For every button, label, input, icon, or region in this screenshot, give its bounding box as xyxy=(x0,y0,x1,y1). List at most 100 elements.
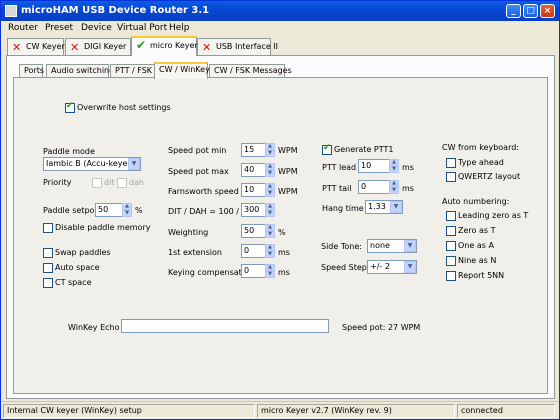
menu-help[interactable]: Help xyxy=(169,23,190,33)
winkey-echo-field[interactable] xyxy=(121,319,329,333)
winkey-echo-label: WinKey Echo xyxy=(68,323,120,332)
leading-zero-checkbox[interactable] xyxy=(446,211,456,221)
ct-space-checkbox[interactable] xyxy=(43,278,53,288)
ms-unit: ms xyxy=(402,163,414,172)
weighting-unit: % xyxy=(278,228,286,237)
dit-priority-checkbox[interactable] xyxy=(92,178,102,188)
window-title: microHAM USB Device Router 3.1 xyxy=(21,5,210,16)
ptt-tail-input[interactable]: 0 xyxy=(358,180,390,194)
chevron-down-icon[interactable]: ▼ xyxy=(128,158,140,170)
auto-space-label: Auto space xyxy=(55,263,100,272)
wpm-unit: WPM xyxy=(278,187,298,196)
tab-digi-keyer[interactable]: ✕ DIGI Keyer xyxy=(65,38,131,55)
error-x-icon: ✕ xyxy=(202,41,212,54)
auto-numbering-heading: Auto numbering: xyxy=(442,197,510,206)
keying-compensation-spinner[interactable]: ▲ ▼ xyxy=(265,264,275,278)
weighting-input[interactable]: 50 xyxy=(241,224,266,238)
type-ahead-checkbox[interactable] xyxy=(446,158,456,168)
ct-space-label: CT space xyxy=(55,278,92,287)
dit-dah-ratio-input[interactable]: 300 xyxy=(241,203,266,217)
qwertz-layout-checkbox[interactable] xyxy=(446,172,456,182)
report-5nn-checkbox[interactable] xyxy=(446,271,456,281)
disable-paddle-memory-label: Disable paddle memory xyxy=(55,223,151,232)
tab-cw-fsk-messages[interactable]: CW / FSK Messages xyxy=(209,64,292,78)
hang-time-select[interactable]: 1.33 ▼ xyxy=(365,200,403,214)
app-icon xyxy=(5,5,17,17)
speed-pot-min-input[interactable]: 15 xyxy=(241,143,266,157)
speed-step-label: Speed Step: xyxy=(321,263,370,272)
menu-virtual-port[interactable]: Virtual Port xyxy=(117,23,167,33)
chevron-down-icon[interactable]: ▼ xyxy=(404,240,416,252)
weighting-spinner[interactable]: ▲ ▼ xyxy=(265,224,275,238)
farnsworth-input[interactable]: 10 xyxy=(241,183,266,197)
paddle-mode-label: Paddle mode xyxy=(43,147,95,156)
close-button[interactable]: × xyxy=(540,4,555,18)
title-bar[interactable]: microHAM USB Device Router 3.1 _ □ × xyxy=(1,1,559,21)
ms-unit: ms xyxy=(278,248,290,257)
one-as-a-checkbox[interactable] xyxy=(446,241,456,251)
menu-router[interactable]: Router xyxy=(8,23,38,33)
dah-priority-checkbox[interactable] xyxy=(117,178,127,188)
overwrite-host-checkbox[interactable] xyxy=(65,101,75,113)
side-tone-label: Side Tone: xyxy=(321,242,362,251)
chevron-down-icon[interactable]: ▼ xyxy=(404,261,416,273)
menu-preset[interactable]: Preset xyxy=(45,23,73,33)
paddle-mode-select[interactable]: Iambic B (Accu-keyer) ▼ xyxy=(43,157,141,171)
status-connection: connected xyxy=(457,404,555,418)
zero-as-t-checkbox[interactable] xyxy=(446,226,456,236)
speed-pot-readout: Speed pot: 27 WPM xyxy=(342,323,421,332)
status-device-version: micro Keyer v2.7 (WinKey rev. 9) xyxy=(257,404,455,418)
menu-bar: Router Preset Device Virtual Port Help xyxy=(1,21,559,37)
dit-dah-ratio-spinner[interactable]: ▲ ▼ xyxy=(265,203,275,217)
side-tone-select[interactable]: none ▼ xyxy=(367,239,417,253)
ptt-tail-label: PTT tail xyxy=(322,184,352,193)
paddle-setpoint-spinner[interactable]: ▲ ▼ xyxy=(122,203,132,217)
disable-paddle-memory-checkbox[interactable] xyxy=(43,223,53,233)
nine-as-n-checkbox[interactable] xyxy=(446,256,456,266)
generate-ptt1-label: Generate PTT1 xyxy=(334,145,394,154)
report-5nn-label: Report 5NN xyxy=(458,271,505,280)
maximize-button[interactable]: □ xyxy=(523,4,538,18)
cw-from-keyboard-heading: CW from keyboard: xyxy=(442,143,519,152)
auto-space-checkbox[interactable] xyxy=(43,263,53,273)
speed-pot-max-input[interactable]: 40 xyxy=(241,163,266,177)
minimize-button[interactable]: _ xyxy=(506,4,521,18)
check-icon: ✔ xyxy=(136,38,147,52)
swap-paddles-checkbox[interactable] xyxy=(43,248,53,258)
tab-usb-interface-ii[interactable]: ✕ USB Interface II xyxy=(197,38,278,55)
priority-label: Priority xyxy=(43,178,72,187)
qwertz-layout-label: QWERTZ layout xyxy=(458,172,521,181)
speed-pot-min-label: Speed pot min xyxy=(168,146,227,155)
speed-pot-max-spinner[interactable]: ▲ ▼ xyxy=(265,163,275,177)
keying-compensation-input[interactable]: 0 xyxy=(241,264,266,278)
menu-device[interactable]: Device xyxy=(81,23,112,33)
generate-ptt1-checkbox[interactable] xyxy=(322,143,332,155)
nine-as-n-label: Nine as N xyxy=(458,256,497,265)
ptt-lead-spinner[interactable]: ▲ ▼ xyxy=(389,159,399,173)
speed-step-select[interactable]: +/- 2 ▼ xyxy=(367,260,417,274)
tab-cw-winkey[interactable]: CW / WinKey xyxy=(154,62,210,79)
tab-audio-switching[interactable]: Audio switching xyxy=(46,64,114,78)
chevron-down-icon[interactable]: ▼ xyxy=(390,201,402,213)
dit-dah-ratio-label: DIT / DAH = 100 / xyxy=(168,207,239,216)
leading-zero-label: Leading zero as T xyxy=(458,211,529,220)
dit-label: dit xyxy=(104,178,115,187)
type-ahead-label: Type ahead xyxy=(458,158,504,167)
wpm-unit: WPM xyxy=(278,146,298,155)
ptt-tail-spinner[interactable]: ▲ ▼ xyxy=(389,180,399,194)
tab-ports[interactable]: Ports xyxy=(19,64,44,78)
weighting-label: Weighting xyxy=(168,228,209,237)
status-description: Internal CW keyer (WinKey) setup xyxy=(3,404,255,418)
speed-pot-min-spinner[interactable]: ▲ ▼ xyxy=(265,143,275,157)
paddle-setpoint-input[interactable]: 50 xyxy=(95,203,123,217)
error-x-icon: ✕ xyxy=(12,41,22,54)
first-extension-spinner[interactable]: ▲ ▼ xyxy=(265,244,275,258)
first-extension-input[interactable]: 0 xyxy=(241,244,266,258)
speed-pot-max-label: Speed pot max xyxy=(168,167,229,176)
ptt-lead-input[interactable]: 10 xyxy=(358,159,390,173)
tab-micro-keyer[interactable]: ✔ micro Keyer xyxy=(131,36,198,56)
overwrite-host-label: Overwrite host settings xyxy=(77,103,171,112)
tab-cw-keyer[interactable]: ✕ CW Keyer xyxy=(7,38,65,55)
tab-ptt-fsk[interactable]: PTT / FSK xyxy=(110,64,155,78)
farnsworth-spinner[interactable]: ▲ ▼ xyxy=(265,183,275,197)
